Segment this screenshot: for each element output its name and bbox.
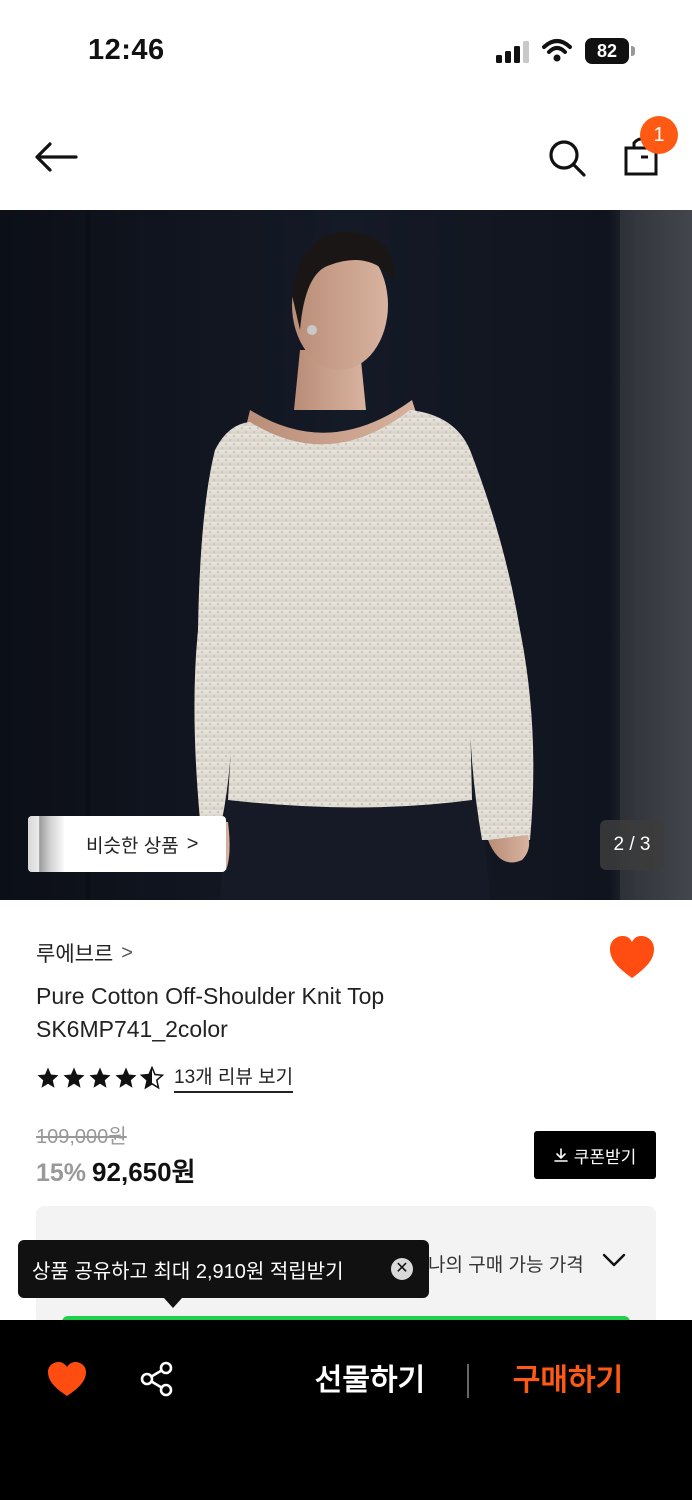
star-icon <box>115 1067 137 1088</box>
chevron-right-icon: > <box>121 941 133 964</box>
product-code: SK6MP741_2color <box>36 1016 228 1042</box>
download-icon <box>553 1148 568 1162</box>
product-title-line1: Pure Cotton Off-Shoulder Knit Top <box>36 983 385 1009</box>
star-half-icon <box>140 1065 164 1089</box>
divider <box>467 1364 469 1398</box>
search-button[interactable] <box>542 133 592 183</box>
signal-icon <box>496 41 529 63</box>
wishlist-heart-icon[interactable] <box>608 934 656 980</box>
tooltip-pointer <box>164 1298 182 1308</box>
share-reward-tooltip: 상품 공유하고 최대 2,910원 적립받기 ✕ <box>18 1240 429 1308</box>
coupon-download-button[interactable]: 쿠폰받기 <box>534 1131 656 1179</box>
heart-icon[interactable] <box>46 1360 88 1398</box>
product-title: Pure Cotton Off-Shoulder Knit Top SK6MP7… <box>36 980 556 1046</box>
bottom-action-bar: 선물하기 구매하기 <box>0 1320 692 1500</box>
battery-icon: 82 <box>585 38 635 64</box>
tooltip-text: 상품 공유하고 최대 2,910원 적립받기 <box>32 1260 344 1283</box>
discount-rate: 15% <box>36 1159 87 1187</box>
cart-count-badge: 1 <box>640 116 678 154</box>
battery-level: 82 <box>585 38 629 64</box>
similar-products-button[interactable]: 비슷한 상품 > <box>28 816 226 872</box>
product-image-carousel[interactable] <box>0 210 692 900</box>
coupon-label: 쿠폰받기 <box>573 1147 637 1167</box>
my-price-label: 나의 구매 가능 가격 <box>428 1255 584 1276</box>
price-row: 15% 92,650원 <box>36 1152 196 1189</box>
buy-button[interactable]: 구매하기 <box>490 1356 646 1406</box>
wifi-icon <box>542 39 572 62</box>
gift-button[interactable]: 선물하기 <box>292 1356 448 1406</box>
chevron-right-icon: > <box>186 832 199 855</box>
image-page-indicator: 2 / 3 <box>600 820 664 870</box>
star-icon <box>63 1067 85 1088</box>
close-icon[interactable]: ✕ <box>391 1258 413 1280</box>
sale-price: 92,650원 <box>92 1157 196 1187</box>
status-bar: 12:46 82 <box>0 0 692 100</box>
star-icon <box>37 1067 59 1088</box>
similar-products-label: 비슷한 상품 <box>86 835 179 857</box>
top-navigation-bar <box>0 100 692 210</box>
rating-row: 13개 리뷰 보기 <box>36 1062 294 1093</box>
similar-product-thumbnail <box>28 816 64 872</box>
brand-name: 루에브르 <box>36 943 114 966</box>
review-link[interactable]: 13개 리뷰 보기 <box>174 1062 294 1093</box>
battery-cap <box>631 46 635 56</box>
star-rating <box>36 1065 164 1090</box>
status-time: 12:46 <box>88 34 165 66</box>
back-arrow-icon <box>35 142 78 172</box>
chevron-down-icon <box>602 1253 626 1267</box>
product-photo <box>86 210 692 900</box>
brand-link[interactable]: 루에브르 > <box>36 938 133 968</box>
share-icon[interactable] <box>138 1360 176 1398</box>
back-button[interactable] <box>30 133 82 181</box>
original-price: 109,000원 <box>36 1126 127 1148</box>
star-icon <box>89 1067 111 1088</box>
search-icon <box>549 140 586 177</box>
